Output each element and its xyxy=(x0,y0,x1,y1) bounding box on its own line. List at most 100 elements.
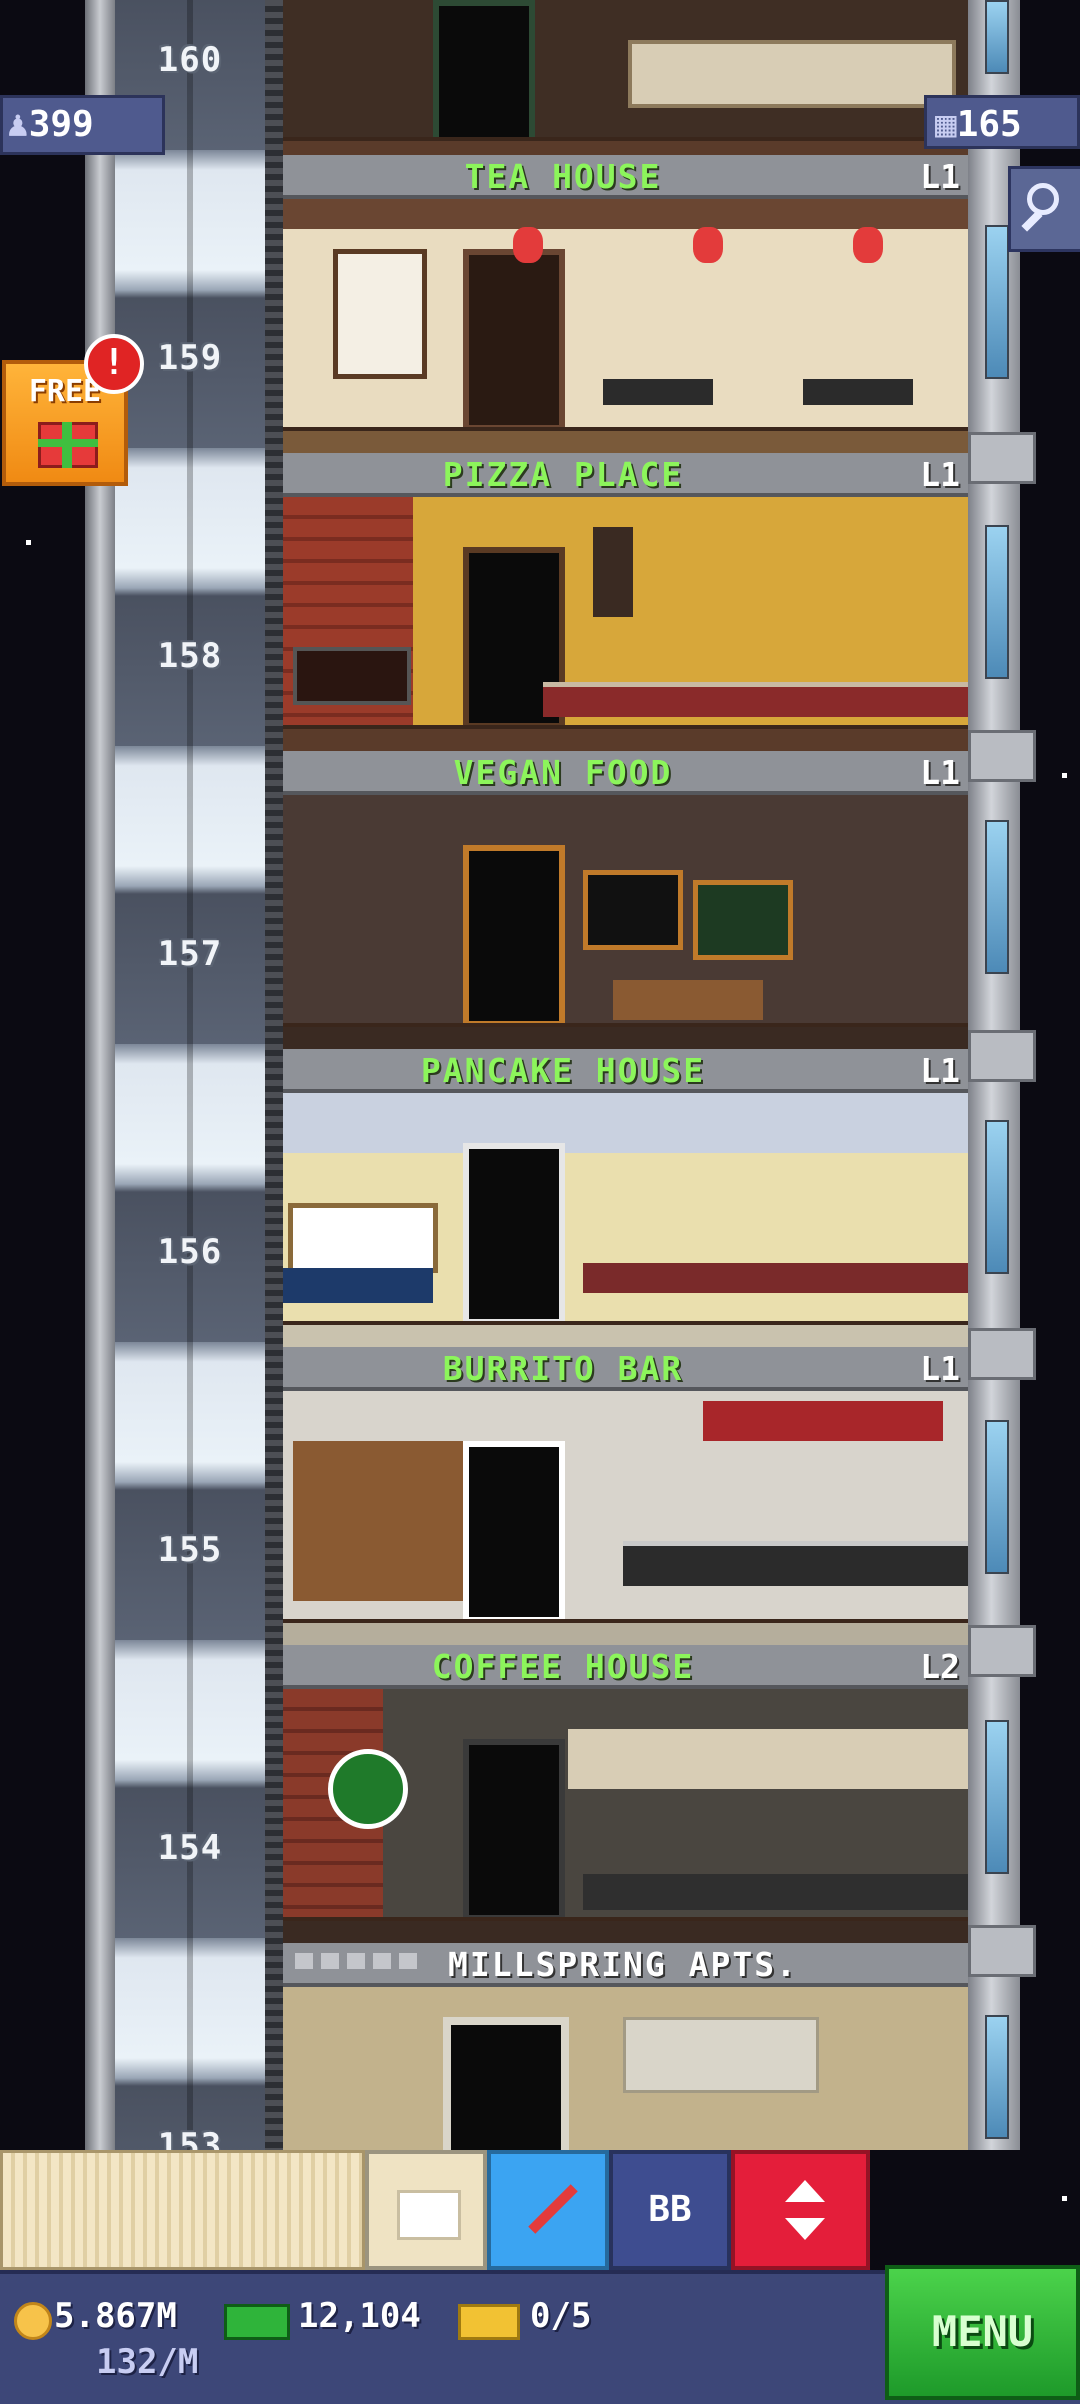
ticket-icon xyxy=(458,2304,520,2340)
building-ledge xyxy=(968,432,1036,484)
bux-icon xyxy=(224,2304,290,2340)
menu-boards xyxy=(703,1401,943,1441)
wall-window xyxy=(288,1203,438,1273)
floor-tea-house[interactable]: TEA HOUSE L1 xyxy=(283,155,968,453)
building-window xyxy=(985,525,1009,679)
search-button[interactable] xyxy=(1008,166,1080,252)
booth-row xyxy=(583,1263,968,1293)
room-door xyxy=(463,1143,565,1325)
room-door xyxy=(443,2017,569,2150)
building-icon: ▦ xyxy=(935,104,957,145)
elevator-shaft-edge xyxy=(265,0,283,2150)
counter xyxy=(613,980,763,1020)
building-ledge xyxy=(968,1925,1036,1977)
toolbar-strip xyxy=(0,2150,365,2270)
counter xyxy=(623,1541,968,1586)
floor-level: L1 xyxy=(920,753,960,792)
lantern xyxy=(853,227,883,263)
floor-name: BURRITO BAR xyxy=(442,1349,684,1388)
room-floor xyxy=(283,725,968,751)
magnifier-icon xyxy=(1027,183,1059,215)
room-interior xyxy=(283,1689,968,1943)
wood-panel xyxy=(293,1441,463,1601)
arrow-up-icon xyxy=(785,2180,825,2202)
building-ledge xyxy=(968,730,1036,782)
bitbook-button[interactable]: BB xyxy=(609,2150,731,2270)
floor-level: L1 xyxy=(920,455,960,494)
menu-button[interactable]: MENU xyxy=(885,2265,1080,2400)
room-door xyxy=(433,0,535,147)
kitchen-cabinets xyxy=(623,2017,819,2093)
floor-pizza-place[interactable]: PIZZA PLACE L1 xyxy=(283,453,968,751)
floor-name: PANCAKE HOUSE xyxy=(420,1051,706,1090)
menu-board xyxy=(593,527,633,617)
tea-table xyxy=(803,379,913,405)
building-window xyxy=(985,1120,1009,1274)
bux-amount: 12,104 xyxy=(298,2296,421,2336)
chalk-menu xyxy=(693,880,793,960)
building-window xyxy=(985,225,1009,379)
building-ledge xyxy=(968,1030,1036,1082)
floor-coffee-house[interactable]: COFFEE HOUSE L2 xyxy=(283,1645,968,1943)
box-icon xyxy=(397,2190,461,2240)
coffee-logo xyxy=(328,1749,408,1829)
room-interior xyxy=(283,1093,968,1347)
floor-room-partial[interactable] xyxy=(283,0,968,155)
elevator-updown-button[interactable] xyxy=(731,2150,870,2270)
floor-name: VEGAN FOOD xyxy=(453,753,673,792)
floor-burrito-bar[interactable]: BURRITO BAR L1 xyxy=(283,1347,968,1645)
arrow-down-icon xyxy=(785,2218,825,2240)
building-left-pillar xyxy=(85,0,115,2150)
room-floor xyxy=(283,427,968,453)
hammer-icon xyxy=(528,2184,578,2234)
building-ledge xyxy=(968,1625,1036,1677)
building-window xyxy=(985,1420,1009,1574)
elevator-floor-number: 157 xyxy=(157,934,223,974)
booth-seat xyxy=(283,1268,433,1303)
room-interior xyxy=(283,1391,968,1645)
room-door xyxy=(463,1739,565,1921)
room-door xyxy=(463,1441,565,1623)
floor-name: COFFEE HOUSE xyxy=(431,1647,695,1686)
floor-label-bar: MILLSPRING APTS. xyxy=(283,1943,968,1987)
coins-rate: 132/M xyxy=(96,2342,199,2382)
floor-pancake-house[interactable]: PANCAKE HOUSE L1 xyxy=(283,1049,968,1347)
counter xyxy=(543,682,968,717)
lantern xyxy=(513,227,543,263)
bottom-toolbar: BB xyxy=(0,2150,870,2270)
room-interior xyxy=(283,199,968,453)
population-count: 399 xyxy=(28,104,94,145)
building-window xyxy=(985,1720,1009,1874)
elevator-floor-number: 159 xyxy=(157,338,223,378)
floor-level: L1 xyxy=(920,157,960,196)
build-button[interactable] xyxy=(487,2150,609,2270)
alert-badge: ! xyxy=(84,334,144,394)
floor-name: PIZZA PLACE xyxy=(442,455,684,494)
elevator-floor-number: 158 xyxy=(157,636,223,676)
floor-label-bar: BURRITO BAR L1 xyxy=(283,1347,968,1391)
floor-level: L2 xyxy=(920,1647,960,1686)
floors-badge[interactable]: ▦165 xyxy=(924,95,1080,149)
room-floor xyxy=(283,137,968,155)
elevator-floor-number: 160 xyxy=(157,40,223,80)
building-window xyxy=(985,0,1009,74)
tea-scroll-sign xyxy=(333,249,427,379)
star xyxy=(1062,773,1067,778)
floor-name: TEA HOUSE xyxy=(464,157,662,196)
inventory-button[interactable] xyxy=(365,2150,487,2270)
floor-vegan-food[interactable]: VEGAN FOOD L1 xyxy=(283,751,968,1049)
chalk-menu xyxy=(583,870,683,950)
floor-level: L1 xyxy=(920,1349,960,1388)
population-badge[interactable]: ♟399 xyxy=(0,95,165,155)
floors-count: 165 xyxy=(956,104,1022,145)
coins-amount: 5.867M xyxy=(54,2296,177,2336)
building-window xyxy=(985,820,1009,974)
floor-level: L1 xyxy=(920,1051,960,1090)
display-counter xyxy=(628,40,956,108)
room-interior xyxy=(283,497,968,751)
floor-millspring-apts[interactable]: MILLSPRING APTS. xyxy=(283,1943,968,2150)
building-ledge xyxy=(968,1328,1036,1380)
counter xyxy=(583,1874,968,1910)
coin-icon xyxy=(14,2302,52,2340)
floor-label-bar: PIZZA PLACE L1 xyxy=(283,453,968,497)
